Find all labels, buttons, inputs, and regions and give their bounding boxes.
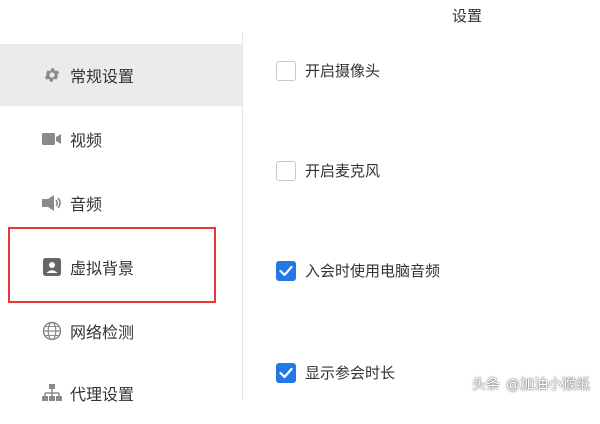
settings-sidebar: 常规设置 视频 音频 虚拟背景 网络检测 代理设置 [0,32,243,404]
checkmark-icon [279,265,293,276]
option-show-meeting-duration[interactable]: 显示参会时长 [276,362,395,383]
sidebar-item-proxy-settings[interactable]: 代理设置 [0,362,242,424]
sidebar-item-audio[interactable]: 音频 [0,172,242,234]
option-label: 开启麦克风 [305,162,381,180]
enable-camera-checkbox[interactable] [276,60,296,81]
use-computer-audio-checkbox[interactable] [276,260,296,281]
option-enable-camera[interactable]: 开启摄像头 [276,60,380,81]
option-label: 显示参会时长 [305,364,396,382]
enable-microphone-checkbox[interactable] [276,160,296,181]
option-enable-microphone[interactable]: 开启麦克风 [276,160,380,181]
show-meeting-duration-checkbox[interactable] [276,362,296,383]
window-title: 设置 [452,7,483,25]
option-use-computer-audio[interactable]: 入会时使用电脑音频 [276,260,440,281]
watermark-author: @加油小猴纸 [506,377,590,393]
video-camera-icon [42,129,62,149]
network-tree-icon [42,383,62,403]
watermark: 头条 @加油小猴纸 [472,374,590,394]
checkmark-icon [279,367,293,378]
title-bar: 设置 [0,0,600,32]
settings-window: 设置 常规设置 视频 音频 虚拟背景 网络检测 代理设置 开启摄像头 开启麦克风… [0,0,600,404]
sidebar-item-label: 视频 [70,131,103,150]
highlight-annotation-box [8,227,216,303]
globe-icon [42,321,62,341]
sidebar-item-general[interactable]: 常规设置 [0,44,242,106]
option-label: 入会时使用电脑音频 [305,262,441,280]
sidebar-item-label: 代理设置 [70,385,135,404]
sidebar-item-network-test[interactable]: 网络检测 [0,300,242,362]
watermark-source: 头条 [472,377,500,393]
sidebar-item-label: 网络检测 [70,323,135,342]
option-label: 开启摄像头 [305,62,381,80]
sidebar-item-video[interactable]: 视频 [0,108,242,170]
settings-content: 开启摄像头 开启麦克风 入会时使用电脑音频 显示参会时长 [243,32,600,400]
sidebar-item-label: 常规设置 [70,67,135,86]
sidebar-item-label: 音频 [70,195,103,214]
gear-icon [42,65,62,85]
speaker-icon [42,193,62,213]
